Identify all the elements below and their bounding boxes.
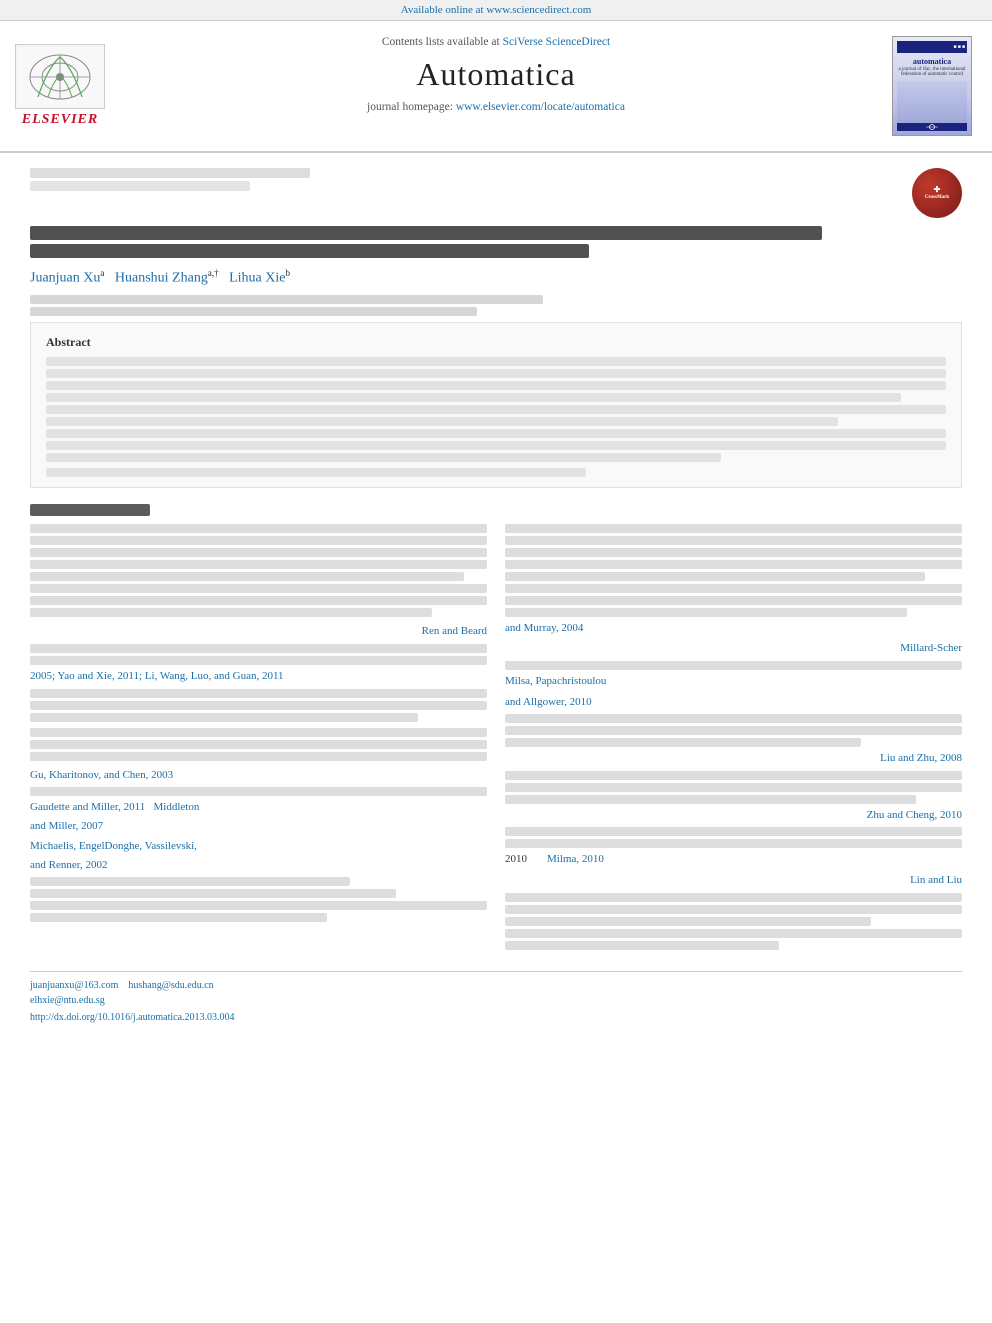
milma-link[interactable]: Milma, 2010 <box>547 851 604 869</box>
journal-homepage: journal homepage: www.elsevier.com/locat… <box>140 101 852 113</box>
author2-sup: a,† <box>208 268 219 278</box>
crossmark-badge[interactable]: ✚ CrossMark <box>912 168 962 218</box>
email1-link[interactable]: juanjuanxu@163.com <box>30 980 118 991</box>
gu-khar-link[interactable]: Gu, Kharitonov, and Chen, 2003 <box>30 769 173 781</box>
michaelis-ref: Michaelis, EngelDonghe, Vassilevski, <box>30 840 197 852</box>
sciverse-line: Contents lists available at SciVerse Sci… <box>140 36 852 48</box>
li-wang-ref: Li, Wang, Luo, and Guan, 2011 <box>145 670 284 682</box>
content-area: ✚ CrossMark Juanjuan Xua Huanshui Zhanga… <box>0 153 992 1038</box>
article-meta-bar: ✚ CrossMark <box>30 168 962 218</box>
crossmark-label: ✚ CrossMark <box>925 185 949 201</box>
homepage-link[interactable]: www.elsevier.com/locate/automatica <box>456 101 625 113</box>
body-section: Ren and Beard 2005; Yao and Xie, 2011; L… <box>30 504 962 953</box>
ren-beard-link[interactable]: Ren and Beard <box>422 625 487 637</box>
header-right: ■ ■ ■ automatica a journal of ifac, the … <box>872 31 992 141</box>
cover-title: automatica <box>913 57 951 66</box>
milsa-papa-link[interactable]: Milsa, Papachristoulou <box>505 675 606 687</box>
elsevier-logo: ELSEVIER <box>0 31 120 141</box>
murray-ref-link[interactable]: and Murray, 2004 <box>505 622 583 634</box>
renner-ref: and Renner, 2002 <box>30 859 107 871</box>
zhu-cheng-link[interactable]: Zhu and Cheng, 2010 <box>867 809 962 821</box>
sciverse-link[interactable]: SciVerse ScienceDirect <box>503 36 611 48</box>
author3-link[interactable]: Lihua Xie <box>229 271 285 286</box>
lin-liu-link[interactable]: Lin and Liu <box>910 874 962 886</box>
sciencedirect-link[interactable]: Available online at www.sciencedirect.co… <box>401 4 592 16</box>
millard-scher-link[interactable]: Millard-Scher <box>900 642 962 654</box>
header-center: Contents lists available at SciVerse Sci… <box>120 31 872 141</box>
cover-icon <box>926 123 938 131</box>
left-column: Ren and Beard 2005; Yao and Xie, 2011; L… <box>30 524 487 953</box>
elsevier-logo-image <box>15 44 105 109</box>
doi-link[interactable]: http://dx.doi.org/10.1016/j.automatica.2… <box>30 1012 235 1023</box>
liu-zhu-link[interactable]: Liu and Zhu, 2008 <box>880 752 962 764</box>
top-bar: Available online at www.sciencedirect.co… <box>0 0 992 21</box>
author1-link[interactable]: Juanjuan Xu <box>30 271 100 286</box>
elsevier-brand-text: ELSEVIER <box>22 112 98 128</box>
journal-title: Automatica <box>140 56 852 93</box>
email2-link[interactable]: hushang@sdu.edu.cn <box>128 980 213 991</box>
email3-link[interactable]: elhxie@ntu.edu.sg <box>30 995 105 1006</box>
footnote-area: juanjuanxu@163.com hushang@sdu.edu.cn el… <box>30 971 962 1023</box>
year-2010-ref: 2010 <box>505 851 527 869</box>
miller-2007-ref: and Miller, 2007 <box>30 820 103 832</box>
middleton-ref: Middleton <box>153 801 199 813</box>
gaudette-miller-ref: Gaudette and Miller, 2011 <box>30 801 145 813</box>
right-column: and Murray, 2004 Millard-Scher Milsa, Pa… <box>505 524 962 953</box>
abstract-title: Abstract <box>46 333 946 352</box>
abstract-box: Abstract <box>30 322 962 488</box>
allgower-link[interactable]: and Allgower, 2010 <box>505 696 592 708</box>
article-info-left <box>30 168 310 191</box>
cover-subtitle: a journal of ifac, the international fed… <box>897 67 967 77</box>
article-title-area <box>30 226 962 258</box>
header-section: ELSEVIER Contents lists available at Sci… <box>0 21 992 153</box>
page-container: Available online at www.sciencedirect.co… <box>0 0 992 1323</box>
author1-sup: a <box>100 268 104 278</box>
ren-beard-year: 2005 <box>30 670 52 682</box>
journal-cover: ■ ■ ■ automatica a journal of ifac, the … <box>892 36 972 136</box>
yao-xie-ref: Yao and Xie, 2011 <box>57 670 139 682</box>
two-column-body: Ren and Beard 2005; Yao and Xie, 2011; L… <box>30 524 962 953</box>
author3-sup: b <box>285 268 290 278</box>
authors-line: Juanjuan Xua Huanshui Zhanga,† Lihua Xie… <box>30 268 962 287</box>
keywords-line <box>46 468 946 477</box>
author2-link[interactable]: Huanshui Zhang <box>115 271 208 286</box>
section-1-title <box>30 504 962 516</box>
affiliation-area <box>30 295 962 316</box>
